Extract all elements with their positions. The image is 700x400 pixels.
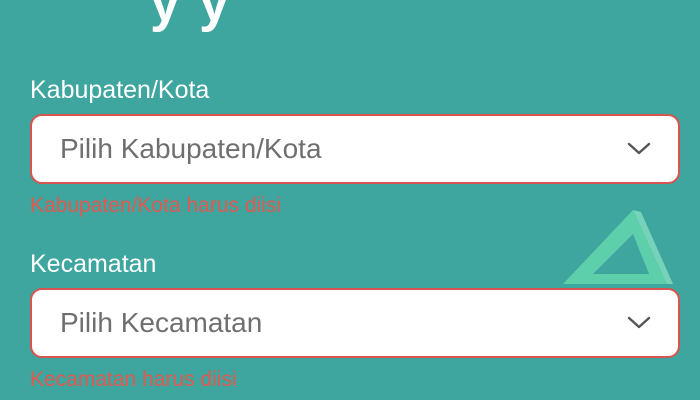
kecamatan-error-message: Kecamatan harus diisi [30, 368, 237, 391]
kecamatan-select[interactable]: Pilih Kecamatan [30, 288, 680, 358]
kecamatan-select-value: Pilih Kecamatan [60, 307, 263, 338]
kabupaten-label: Kabupaten/Kota [30, 76, 210, 104]
kabupaten-select[interactable]: Pilih Kabupaten/Kota [30, 114, 680, 184]
kabupaten-error-message: Kabupaten/Kota harus diisi [30, 194, 282, 217]
chevron-down-icon[interactable] [626, 310, 652, 336]
kabupaten-field-group: Kabupaten/Kota Pilih Kabupaten/Kota Kabu… [30, 76, 680, 218]
kecamatan-field-group: Kecamatan Pilih Kecamatan Kecamatan haru… [30, 250, 680, 392]
chevron-down-icon[interactable] [626, 136, 652, 162]
kecamatan-label: Kecamatan [30, 250, 157, 278]
kabupaten-select-value: Pilih Kabupaten/Kota [60, 133, 322, 164]
page-title: y y [150, 0, 232, 33]
